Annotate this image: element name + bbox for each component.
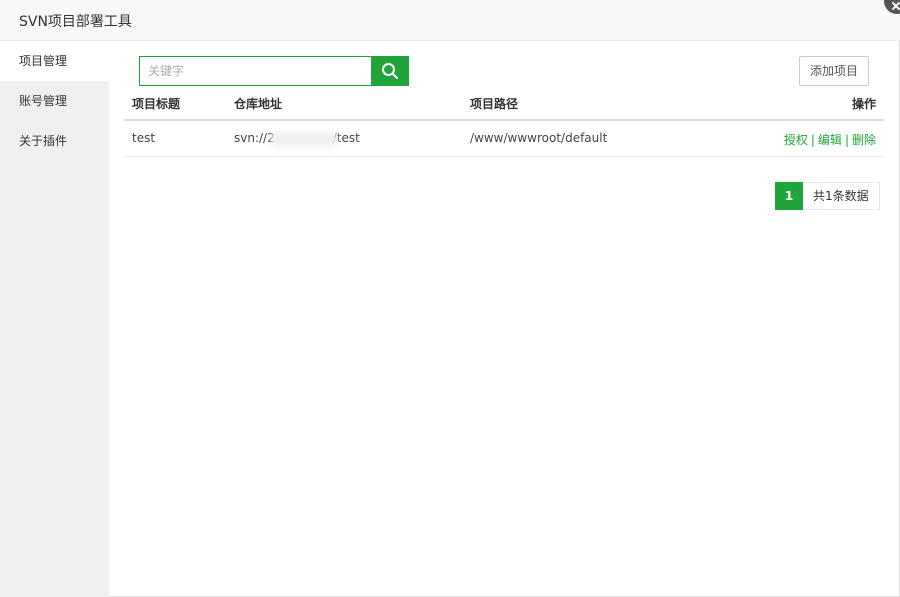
main-panel: 添加项目 项目标题 仓库地址 项目路径 操作 test svn://2/test… — [109, 41, 900, 597]
edit-link[interactable]: 编辑 — [818, 133, 842, 147]
sidebar-item-about-plugin[interactable]: 关于插件 — [0, 121, 109, 161]
search-button[interactable] — [371, 56, 409, 86]
cell-ops: 授权 | 编辑 | 删除 — [784, 131, 876, 148]
page-1-button[interactable]: 1 — [775, 182, 803, 210]
authorize-link[interactable]: 授权 — [784, 133, 808, 147]
table-header: 项目标题 仓库地址 项目路径 操作 — [124, 89, 884, 121]
search-input[interactable] — [139, 56, 371, 86]
header-path: 项目路径 — [470, 97, 519, 111]
repo-suffix: /test — [332, 131, 360, 145]
header-title: 项目标题 — [132, 97, 181, 111]
dialog-title: SVN项目部署工具 — [19, 14, 132, 30]
sidebar-item-project-management[interactable]: 项目管理 — [0, 41, 109, 81]
dialog-titlebar: SVN项目部署工具 — [0, 0, 900, 41]
header-ops: 操作 — [851, 97, 876, 111]
cell-title: test — [132, 131, 156, 145]
search-icon — [382, 63, 398, 79]
cell-path: /www/wwwroot/default — [470, 131, 608, 145]
sidebar: 项目管理 账号管理 关于插件 — [0, 41, 109, 597]
pagination: 1 共1条数据 — [775, 182, 880, 210]
ops-separator: | — [844, 133, 849, 147]
delete-link[interactable]: 删除 — [852, 133, 876, 147]
project-table: 项目标题 仓库地址 项目路径 操作 test svn://2/test /www… — [124, 89, 884, 157]
ops-separator: | — [810, 133, 815, 147]
add-project-button[interactable]: 添加项目 — [799, 56, 869, 86]
sidebar-item-account-management[interactable]: 账号管理 — [0, 81, 109, 121]
header-repo: 仓库地址 — [234, 97, 283, 111]
redacted-mask — [270, 131, 337, 146]
total-count: 共1条数据 — [803, 182, 880, 210]
table-row: test svn://2/test /www/wwwroot/default 授… — [124, 121, 884, 157]
search-box — [139, 56, 409, 86]
cell-repo: svn://2/test — [234, 131, 360, 146]
repo-prefix: svn://2 — [234, 131, 275, 145]
